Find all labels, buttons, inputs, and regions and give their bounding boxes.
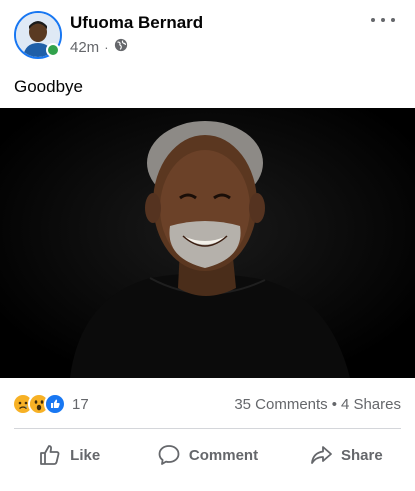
globe-icon — [114, 38, 128, 56]
shares-count[interactable]: 4 Shares — [341, 396, 401, 413]
post-actions: Like Comment Share — [0, 436, 415, 474]
author-name[interactable]: Ufuoma Bernard — [70, 13, 203, 33]
online-status-dot — [46, 43, 60, 57]
like-button[interactable]: Like — [0, 436, 138, 474]
comment-button[interactable]: Comment — [138, 436, 276, 474]
share-label: Share — [340, 446, 383, 464]
post-time[interactable]: 42m — [70, 39, 99, 56]
reaction-count: 17 — [72, 395, 89, 413]
engagement-counts: 35 Comments • 4 Shares — [234, 396, 401, 413]
share-button[interactable]: Share — [277, 436, 415, 474]
more-options-icon[interactable] — [371, 10, 395, 30]
like-label: Like — [70, 446, 101, 464]
reaction-summary[interactable]: 17 — [12, 393, 89, 415]
post-stats: 17 35 Comments • 4 Shares — [0, 390, 415, 418]
post-header: Ufuoma Bernard 42m · — [0, 0, 415, 66]
post-text: Goodbye — [14, 77, 83, 96]
comment-icon — [157, 443, 181, 467]
post-photo[interactable] — [0, 108, 415, 378]
divider — [14, 428, 401, 429]
thumbs-up-icon — [38, 443, 62, 467]
post-meta: 42m · — [70, 38, 128, 56]
like-icon — [44, 393, 66, 415]
meta-separator: · — [104, 39, 109, 55]
comment-label: Comment — [188, 446, 259, 464]
share-icon — [309, 443, 333, 467]
comments-count[interactable]: 35 Comments — [234, 396, 327, 413]
stats-separator: • — [331, 396, 337, 413]
